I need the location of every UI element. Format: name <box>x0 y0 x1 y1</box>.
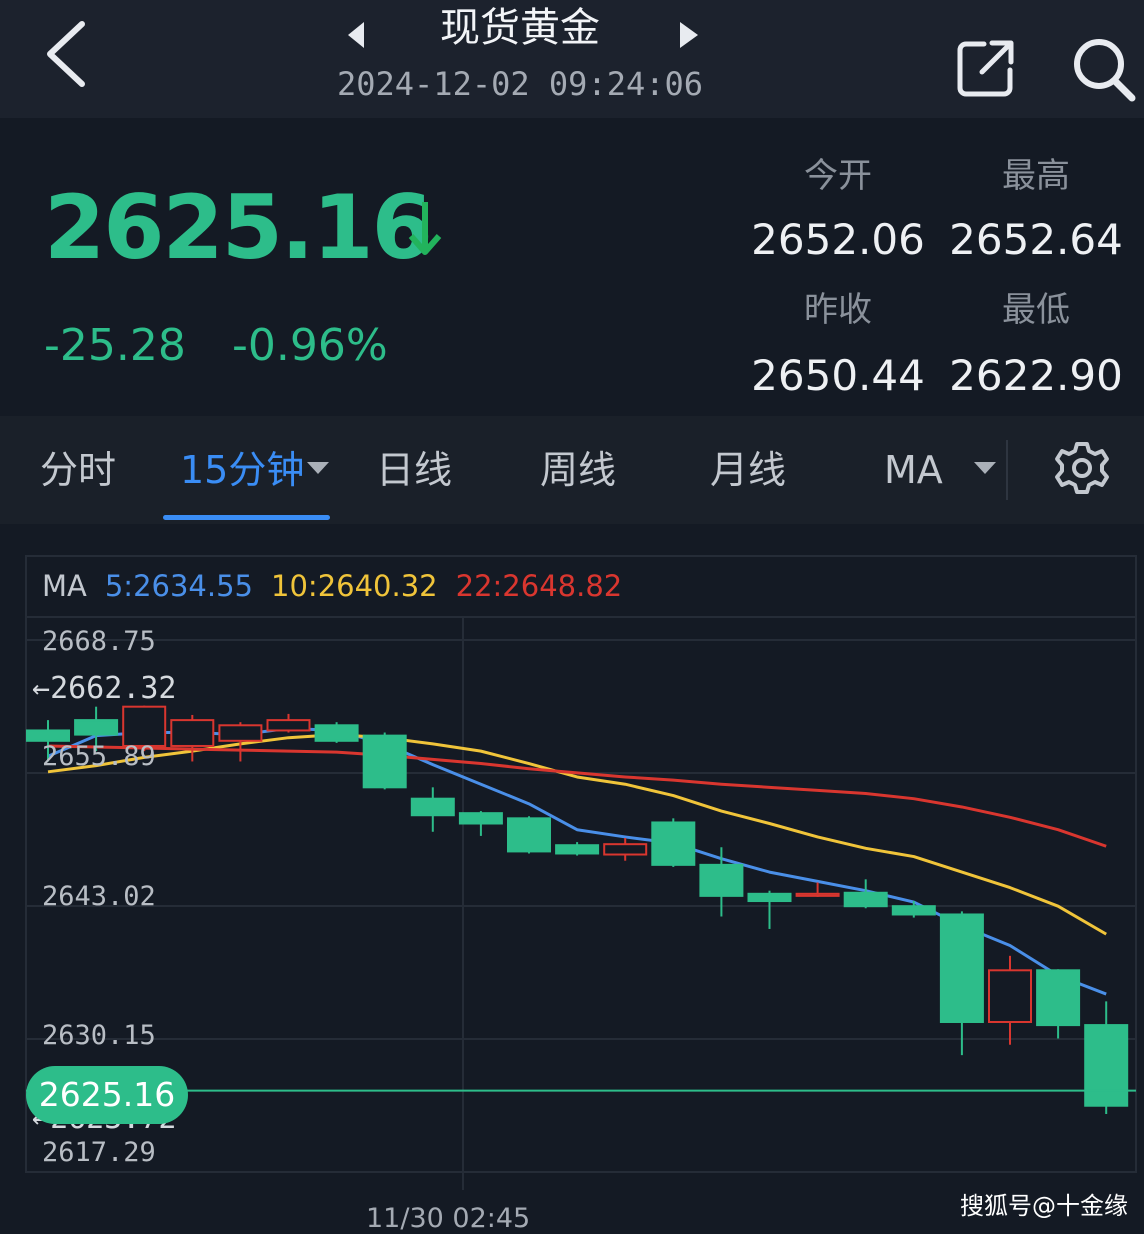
ma10-line <box>47 733 1107 936</box>
share-icon <box>957 40 1014 97</box>
ma10-value: 10:2640.32 <box>271 569 438 603</box>
ma22-value: 22:2648.82 <box>455 569 623 603</box>
candle-down <box>1084 1001 1129 1115</box>
next-instrument-button[interactable] <box>674 20 704 50</box>
instrument-title: 现货黄金 <box>440 5 600 51</box>
candle-down <box>410 787 455 832</box>
candle-body <box>507 817 551 853</box>
tab-weekly[interactable]: 周线 <box>540 440 616 500</box>
y-tick-label: 2630.15 <box>42 1020 156 1051</box>
candle-down <box>843 879 888 909</box>
search-button[interactable] <box>1070 34 1138 102</box>
tab-monthly[interactable]: 月线 <box>710 440 786 500</box>
arrow-down-icon <box>408 202 442 255</box>
back-button[interactable] <box>38 18 98 90</box>
candle-body <box>939 913 984 1023</box>
candle-body <box>410 797 455 817</box>
candle-body <box>170 719 215 747</box>
watermark: 搜狐号@十金缘 <box>960 1192 1128 1220</box>
candle-body <box>1036 969 1081 1027</box>
candle-down <box>939 911 984 1056</box>
triangle-right-icon <box>680 22 698 48</box>
stat-value-prev-close: 2650.44 <box>751 351 925 400</box>
quote-datetime: 2024-12-02 09:24:06 <box>336 65 704 103</box>
candle-body <box>843 891 888 908</box>
share-button[interactable] <box>954 36 1018 100</box>
candle-up <box>603 837 648 861</box>
chart-frame <box>25 555 1137 1173</box>
stat-label-low: 最低 <box>1002 290 1070 330</box>
ma-legend-prefix: MA <box>42 569 87 603</box>
y-tick-label: 2617.29 <box>42 1137 156 1168</box>
high-marker-label: ←2662.32 <box>32 671 177 706</box>
candle-body <box>747 892 792 903</box>
price-change-percent: -0.96% <box>232 320 388 371</box>
candle-body <box>266 719 311 732</box>
triangle-left-icon <box>348 22 364 48</box>
ma-dropdown-caret-icon[interactable] <box>974 462 996 474</box>
tab-daily[interactable]: 日线 <box>376 440 452 500</box>
candle-down <box>891 901 936 918</box>
candle-body <box>218 724 263 742</box>
candle-down <box>314 722 359 743</box>
tab-indicator-ma[interactable]: MA <box>884 440 943 500</box>
ma5-value: 5:2634.55 <box>104 569 254 603</box>
candle-down <box>458 811 503 836</box>
tab-intraday[interactable]: 分时 <box>40 440 116 500</box>
candle-body <box>362 734 407 789</box>
search-icon <box>1074 39 1136 102</box>
candle-body <box>795 892 840 897</box>
candle-body <box>988 969 1032 1023</box>
stat-value-low: 2622.90 <box>949 351 1123 400</box>
chart-settings-button[interactable] <box>1054 440 1110 496</box>
stat-value-open: 2652.06 <box>751 215 925 264</box>
prev-instrument-button[interactable] <box>344 20 374 50</box>
candle-up <box>266 713 311 733</box>
y-tick-label: 2668.75 <box>42 626 156 657</box>
candle-up <box>988 955 1032 1045</box>
tab-divider <box>1006 440 1008 500</box>
candle-body <box>1084 1024 1129 1107</box>
candle-body <box>314 724 359 742</box>
candle-body <box>699 863 744 897</box>
candle-body <box>891 905 936 916</box>
candle-body <box>603 843 648 856</box>
ma-legend: MA 5:2634.55 10:2640.32 22:2648.82 <box>42 566 640 606</box>
candle-down <box>747 890 792 929</box>
chevron-left-icon <box>47 21 85 87</box>
y-tick-label: 2655.89 <box>42 741 156 772</box>
price-change: -25.28 <box>44 320 186 371</box>
last-price-badge: 2625.16 <box>26 1066 188 1124</box>
last-price: 2625.16 <box>44 176 433 279</box>
y-tick-label: 2643.02 <box>42 881 156 912</box>
stat-label-prev-close: 昨收 <box>804 290 872 330</box>
candle-body <box>458 812 503 825</box>
x-axis-label: 11/30 02:45 <box>366 1203 531 1234</box>
candle-down <box>555 842 600 856</box>
candle-down <box>362 732 407 790</box>
candle-body <box>651 821 696 866</box>
stat-value-high: 2652.64 <box>949 215 1123 264</box>
candle-down <box>507 816 551 854</box>
candle-body <box>74 719 119 736</box>
candle-down <box>1036 969 1081 1039</box>
caret-down-icon[interactable] <box>307 462 329 474</box>
stat-label-high: 最高 <box>1002 156 1070 196</box>
candle-body <box>555 844 600 855</box>
stat-label-open: 今开 <box>804 156 872 196</box>
tab-15min[interactable]: 15分钟 <box>180 440 304 500</box>
active-tab-indicator <box>163 515 330 520</box>
gear-icon <box>1055 442 1109 494</box>
candle-down <box>651 818 696 867</box>
